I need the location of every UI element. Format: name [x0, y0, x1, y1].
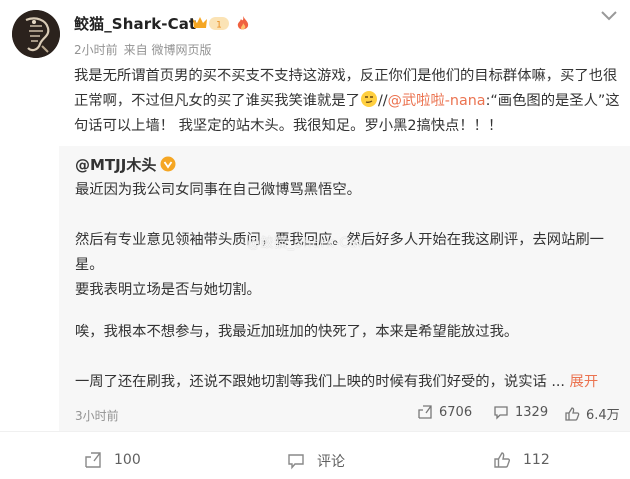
- repost-likes-stat[interactable]: 6.4万: [564, 404, 620, 423]
- repost-separator: //: [377, 93, 388, 109]
- flame-icon: [236, 15, 250, 32]
- post-time[interactable]: 2小时前: [74, 43, 118, 57]
- repost-icon: [418, 405, 432, 419]
- comment-icon: [494, 406, 508, 420]
- repost-comments-count: 1329: [515, 404, 549, 420]
- avatar-skeleton-icon: [12, 10, 60, 58]
- chevron-down-icon[interactable]: [597, 8, 621, 24]
- avatar[interactable]: [12, 10, 60, 58]
- expand-link[interactable]: 展开: [570, 374, 599, 390]
- like-button[interactable]: 112: [493, 451, 550, 469]
- post-meta: 2小时前 来自 微博网页版: [74, 41, 217, 58]
- repost-reposts-stat[interactable]: 6706: [417, 404, 472, 420]
- like-icon: [494, 452, 511, 468]
- post-source: 来自 微博网页版: [123, 43, 212, 57]
- mention-link[interactable]: @武啦啦-nana: [388, 93, 486, 109]
- smirk-emoji-icon: [360, 91, 377, 107]
- repost-line-5-text: 一周了还在刷我，还说不跟她切割等我们上映的时候有我们好受的，说实话 ...: [75, 374, 565, 390]
- like-icon: [565, 406, 580, 421]
- action-bar-divider: [0, 431, 630, 432]
- repost-reposts-count: 6706: [439, 404, 473, 420]
- reposted-card[interactable]: @MTJJ木头 最近因为我公司女同事在自己微博骂黑悟空。 然后有专业意见领袖带头…: [59, 146, 630, 431]
- repost-count: 100: [114, 452, 141, 468]
- image-watermark: @鲛猫_Shark-Cat: [247, 236, 364, 251]
- repost-likes-count: 6.4万: [586, 408, 620, 423]
- repost-line-4: 唉，我根本不想参与，我最近加班加的快死了，本来是希望能放过我。: [75, 324, 519, 340]
- repost-time[interactable]: 3小时前: [75, 407, 119, 424]
- repost-comments-stat[interactable]: 1329: [493, 404, 548, 420]
- repost-line-1: 最近因为我公司女同事在自己微博骂黑悟空。: [75, 182, 361, 198]
- comment-button[interactable]: 评论: [287, 451, 345, 471]
- vip-crown-badge-icon[interactable]: 1: [191, 15, 231, 32]
- repost-button[interactable]: 100: [84, 451, 141, 469]
- comment-icon: [288, 454, 304, 470]
- repost-username[interactable]: @MTJJ木头: [75, 154, 156, 175]
- repost-line-3: 要我表明立场是否与她切割。: [75, 282, 261, 298]
- svg-text:1: 1: [216, 21, 222, 31]
- repost-icon: [85, 452, 101, 468]
- gold-verified-icon: [160, 156, 176, 172]
- comment-label: 评论: [317, 454, 345, 470]
- like-count: 112: [523, 452, 550, 468]
- post-username[interactable]: 鲛猫_Shark-Cat: [74, 13, 196, 34]
- post-text: 我是无所谓首页男的买不买支不支持这游戏，反正你们是他们的目标群体嘛，买了也很正常…: [74, 64, 622, 139]
- repost-line-5: 一周了还在刷我，还说不跟她切割等我们上映的时候有我们好受的，说实话 ... 展开: [75, 370, 620, 395]
